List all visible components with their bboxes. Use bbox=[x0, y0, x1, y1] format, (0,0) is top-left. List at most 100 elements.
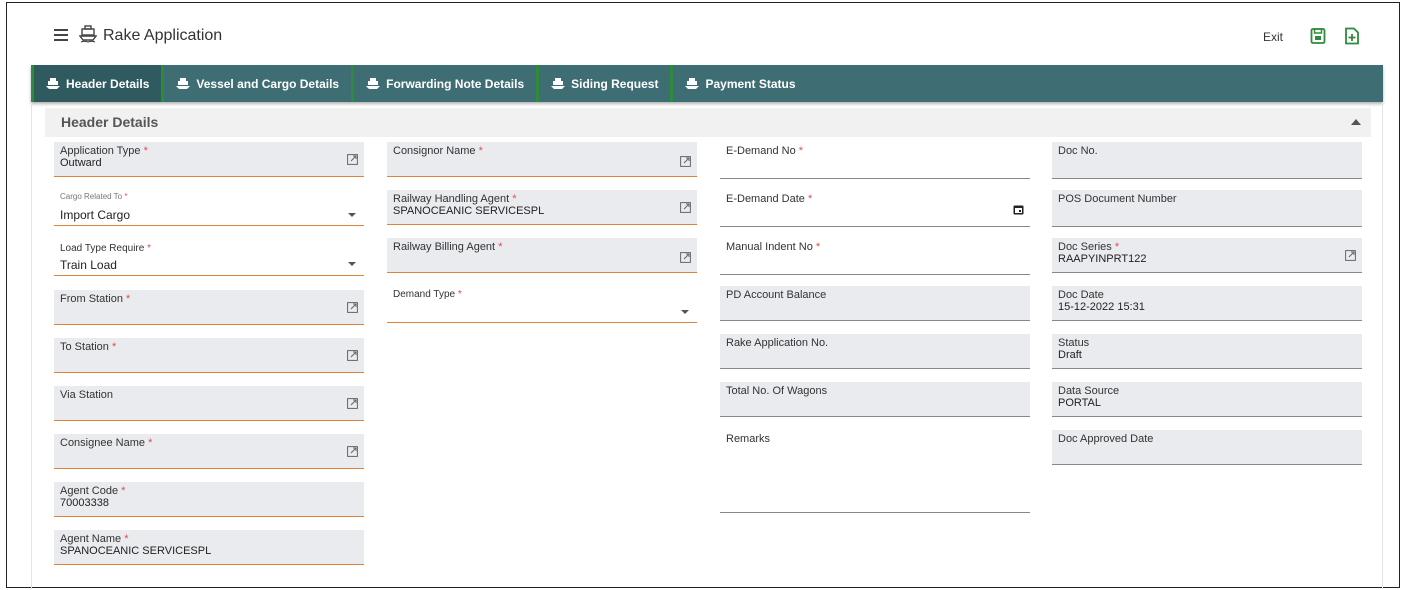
field-label: Via Station bbox=[60, 389, 114, 401]
required-marker: * bbox=[457, 289, 462, 300]
pos-document-number-field: POS Document Number bbox=[1052, 190, 1362, 227]
to-station-field[interactable]: To Station * bbox=[54, 338, 364, 373]
railway-handling-agent-field[interactable]: Railway Handling Agent * SPANOCEANIC SER… bbox=[387, 190, 697, 225]
tab-label: Siding Request bbox=[571, 76, 659, 91]
tab-vessel-cargo-details[interactable]: Vessel and Cargo Details bbox=[161, 65, 351, 102]
cargo-related-to-select[interactable]: Cargo Related To * Import Cargo bbox=[54, 188, 364, 226]
new-document-icon[interactable] bbox=[1344, 27, 1360, 45]
remarks-textarea[interactable]: Remarks bbox=[720, 430, 1030, 513]
doc-series-field[interactable]: Doc Series * RAAPYINPRT122 bbox=[1052, 238, 1362, 273]
open-lookup-icon[interactable] bbox=[347, 350, 358, 361]
chevron-down-icon[interactable] bbox=[348, 262, 356, 266]
calendar-icon[interactable] bbox=[1013, 204, 1024, 215]
collapse-up-icon[interactable] bbox=[1351, 119, 1361, 125]
section-header[interactable]: Header Details bbox=[45, 108, 1371, 137]
required-marker: * bbox=[807, 193, 813, 205]
top-bar: Rake Application Exit bbox=[7, 3, 1399, 63]
doc-approved-date-field: Doc Approved Date bbox=[1052, 430, 1362, 465]
field-value: Outward bbox=[60, 157, 102, 169]
field-label: PD Account Balance bbox=[726, 289, 827, 301]
e-demand-no-field[interactable]: E-Demand No * bbox=[720, 142, 1030, 179]
ship-icon bbox=[176, 77, 191, 89]
tab-label: Forwarding Note Details bbox=[386, 76, 525, 91]
field-label: Consignee Name bbox=[60, 437, 145, 449]
field-label: Load Type Require bbox=[60, 243, 145, 254]
required-marker: * bbox=[121, 485, 126, 497]
field-label: Railway Billing Agent bbox=[393, 241, 496, 253]
field-label: Cargo Related To bbox=[60, 192, 123, 201]
chevron-down-icon[interactable] bbox=[681, 310, 689, 314]
required-marker: * bbox=[512, 193, 517, 205]
tab-label: Vessel and Cargo Details bbox=[196, 76, 340, 91]
required-marker: * bbox=[111, 341, 117, 353]
field-value: SPANOCEANIC SERVICESPL bbox=[393, 205, 545, 217]
tab-header-details[interactable]: Header Details bbox=[31, 65, 162, 102]
agent-name-field[interactable]: Agent Name * SPANOCEANIC SERVICESPL bbox=[54, 530, 364, 565]
field-label: Doc No. bbox=[1058, 145, 1098, 157]
required-marker: * bbox=[124, 533, 129, 545]
via-station-field[interactable]: Via Station bbox=[54, 386, 364, 421]
field-label: Railway Handling Agent bbox=[393, 193, 510, 205]
required-marker: * bbox=[126, 293, 131, 305]
rake-application-no-field: Rake Application No. bbox=[720, 334, 1030, 369]
app-title: Rake Application bbox=[103, 27, 223, 44]
from-station-field[interactable]: From Station * bbox=[54, 290, 364, 325]
ship-icon bbox=[79, 25, 97, 43]
field-value: 70003338 bbox=[60, 497, 109, 509]
open-lookup-icon[interactable] bbox=[347, 154, 358, 165]
open-lookup-icon[interactable] bbox=[347, 398, 358, 409]
required-marker: * bbox=[143, 145, 148, 157]
railway-billing-agent-field[interactable]: Railway Billing Agent * bbox=[387, 238, 697, 273]
field-value: 15-12-2022 15:31 bbox=[1058, 301, 1145, 313]
demand-type-select[interactable]: Demand Type * bbox=[387, 286, 697, 323]
field-value: Import Cargo bbox=[60, 208, 131, 222]
open-lookup-icon[interactable] bbox=[680, 156, 691, 167]
field-label: Agent Name bbox=[60, 533, 122, 545]
consignor-name-field[interactable]: Consignor Name * bbox=[387, 142, 697, 177]
application-type-field[interactable]: Application Type * Outward bbox=[54, 142, 364, 177]
required-marker: * bbox=[148, 437, 153, 449]
total-wagons-field: Total No. Of Wagons bbox=[720, 382, 1030, 417]
field-label: Doc Approved Date bbox=[1058, 433, 1154, 445]
doc-no-field: Doc No. bbox=[1052, 142, 1362, 179]
hamburger-menu-icon[interactable] bbox=[54, 29, 68, 41]
required-marker: * bbox=[798, 145, 804, 157]
tab-label: Header Details bbox=[66, 76, 150, 91]
ship-icon bbox=[366, 77, 381, 89]
agent-code-field[interactable]: Agent Code * 70003338 bbox=[54, 482, 364, 517]
field-value: Train Load bbox=[60, 258, 117, 272]
required-marker: * bbox=[147, 243, 152, 254]
required-marker: * bbox=[124, 192, 128, 201]
tab-siding-request[interactable]: Siding Request bbox=[536, 65, 670, 102]
consignee-name-field[interactable]: Consignee Name * bbox=[54, 434, 364, 469]
open-lookup-icon[interactable] bbox=[680, 202, 691, 213]
field-label: Data Source bbox=[1058, 385, 1120, 397]
save-icon[interactable] bbox=[1310, 27, 1326, 45]
chevron-down-icon[interactable] bbox=[348, 213, 356, 217]
field-label: POS Document Number bbox=[1058, 193, 1177, 205]
exit-link[interactable]: Exit bbox=[1263, 30, 1283, 44]
e-demand-date-field[interactable]: E-Demand Date * bbox=[720, 190, 1030, 227]
tab-forwarding-note-details[interactable]: Forwarding Note Details bbox=[351, 65, 536, 102]
field-value: Draft bbox=[1058, 349, 1082, 361]
ship-icon bbox=[46, 77, 60, 89]
tab-label: Payment Status bbox=[705, 76, 796, 91]
field-label: Application Type bbox=[60, 145, 141, 157]
field-label: Total No. Of Wagons bbox=[726, 385, 828, 397]
field-label: Doc Date bbox=[1058, 289, 1104, 301]
field-label: Consignor Name bbox=[393, 145, 476, 157]
section-title: Header Details bbox=[61, 114, 159, 130]
field-value: PORTAL bbox=[1058, 397, 1101, 409]
field-label: Doc Series bbox=[1058, 241, 1112, 253]
field-label: To Station bbox=[60, 341, 109, 353]
open-lookup-icon[interactable] bbox=[347, 302, 358, 313]
load-type-select[interactable]: Load Type Require * Train Load bbox=[54, 240, 364, 276]
field-label: Remarks bbox=[726, 433, 771, 445]
open-lookup-icon[interactable] bbox=[680, 252, 691, 263]
manual-indent-no-field[interactable]: Manual Indent No * bbox=[720, 238, 1030, 275]
tab-bar: Header Details Vessel and Cargo Details … bbox=[31, 65, 1383, 102]
field-label: Demand Type bbox=[393, 289, 456, 300]
open-lookup-icon[interactable] bbox=[347, 446, 358, 457]
tab-payment-status[interactable]: Payment Status bbox=[670, 65, 807, 102]
open-lookup-icon[interactable] bbox=[1345, 250, 1356, 261]
